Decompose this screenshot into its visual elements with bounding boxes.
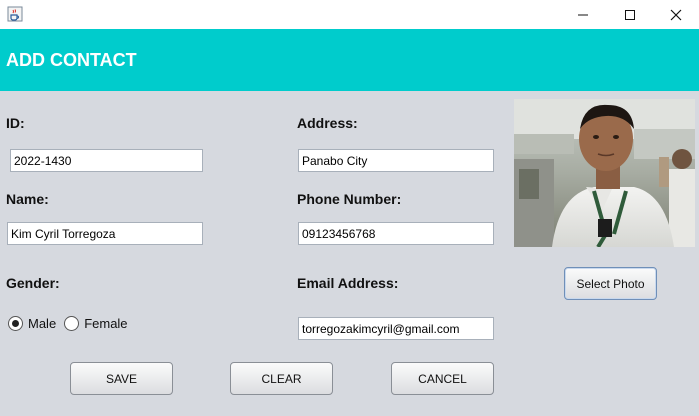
clear-button[interactable]: CLEAR: [230, 362, 333, 395]
contact-photo: [514, 99, 695, 247]
address-field[interactable]: [298, 149, 494, 172]
page-title: ADD CONTACT: [6, 50, 137, 70]
name-label: Name:: [6, 191, 49, 207]
phone-label: Phone Number:: [297, 191, 402, 207]
email-label: Email Address:: [297, 275, 399, 291]
address-label: Address:: [297, 115, 358, 131]
phone-field[interactable]: [298, 222, 494, 245]
male-radio-label[interactable]: Male: [28, 316, 56, 331]
java-cup-icon: [7, 6, 23, 22]
id-label: ID:: [6, 115, 25, 131]
female-radio-label[interactable]: Female: [84, 316, 127, 331]
cancel-button[interactable]: CANCEL: [391, 362, 494, 395]
save-button[interactable]: SAVE: [70, 362, 173, 395]
male-radio[interactable]: [8, 316, 23, 331]
female-radio[interactable]: [64, 316, 80, 331]
gender-label: Gender:: [6, 275, 60, 291]
name-field[interactable]: [7, 222, 203, 245]
close-button[interactable]: [653, 0, 699, 29]
minimize-button[interactable]: [560, 0, 606, 29]
gender-radio-group: Male Female: [8, 316, 136, 331]
title-bar: [0, 0, 699, 29]
maximize-button[interactable]: [607, 0, 653, 29]
select-photo-button[interactable]: Select Photo: [564, 267, 657, 300]
id-field[interactable]: [10, 149, 203, 172]
header-banner: ADD CONTACT: [0, 29, 699, 91]
email-field[interactable]: [298, 317, 494, 340]
